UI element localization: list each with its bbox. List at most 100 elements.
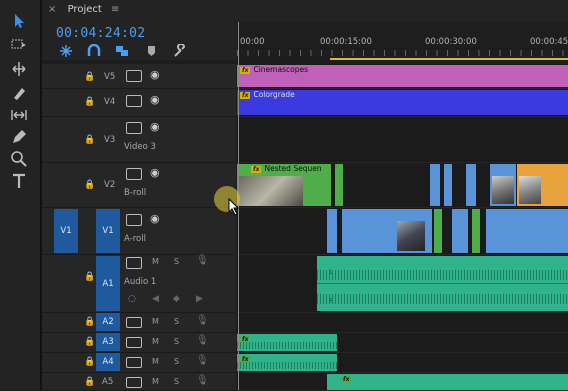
clip-video[interactable] [486, 209, 568, 253]
output-toggle-icon[interactable] [126, 95, 142, 107]
previous-keyframe-icon[interactable]: ◀ [152, 294, 159, 304]
clip-nested-sequence[interactable]: fx Nested Sequen [237, 164, 331, 206]
track-target-v1[interactable]: V1 [96, 209, 120, 253]
clip-video[interactable] [327, 209, 337, 253]
mic-icon[interactable]: 🎙 [196, 255, 209, 266]
next-keyframe-icon[interactable]: ▶ [196, 294, 203, 304]
clip-green[interactable] [335, 164, 343, 206]
eye-icon[interactable]: ◉ [150, 212, 160, 225]
track-lane-a2[interactable] [237, 313, 568, 333]
add-marker-icon[interactable] [144, 44, 160, 58]
track-target-a4[interactable]: A4 [96, 353, 120, 371]
sync-lock-icon[interactable] [126, 377, 142, 388]
output-toggle-icon[interactable] [126, 168, 142, 180]
clip-thumbnail [519, 176, 541, 204]
ruler-label: 00:00:30:00 [425, 37, 477, 47]
clip-orange[interactable] [517, 164, 568, 206]
wrench-settings-icon[interactable] [172, 43, 188, 58]
clip-video[interactable] [444, 164, 452, 206]
lock-icon[interactable]: 🔒 [84, 377, 95, 387]
mic-icon[interactable]: 🎙 [196, 375, 209, 386]
clip-a-roll[interactable] [342, 209, 432, 253]
project-tab[interactable]: × Project ≡ [48, 4, 119, 18]
track-lane-v3[interactable] [237, 117, 568, 163]
clip-audio-5[interactable]: fx [327, 374, 568, 390]
clip-cinemascopes[interactable]: fx Cinemascopes [237, 65, 568, 87]
track-name-v2[interactable]: B-roll [124, 188, 146, 198]
solo-button[interactable]: S [174, 377, 179, 386]
eye-icon[interactable]: ◉ [150, 68, 160, 81]
track-select-tool-icon[interactable] [10, 36, 30, 54]
close-tab-icon[interactable]: × [48, 4, 56, 15]
fx-badge: fx [341, 376, 352, 383]
mic-icon[interactable]: 🎙 [196, 335, 209, 346]
eye-icon[interactable]: ◉ [150, 93, 160, 106]
clip-video[interactable] [490, 164, 516, 206]
solo-button[interactable]: S [174, 337, 179, 346]
sync-lock-icon[interactable] [126, 317, 142, 328]
lock-icon[interactable]: 🔒 [84, 97, 95, 107]
eye-icon[interactable]: ◉ [150, 166, 160, 179]
waveform [317, 270, 568, 280]
type-tool-icon[interactable] [10, 172, 30, 190]
track-target-a1[interactable]: A1 [96, 256, 120, 311]
clip-green[interactable] [472, 209, 480, 253]
clip-video[interactable] [452, 209, 468, 253]
zoom-tool-icon[interactable] [10, 150, 30, 168]
track-name-a1[interactable]: Audio 1 [124, 277, 156, 287]
selection-tool-icon[interactable] [10, 12, 30, 30]
track-label-v5: V5 [104, 72, 116, 82]
mute-button[interactable]: M [152, 257, 159, 266]
mic-icon[interactable]: 🎙 [196, 315, 209, 326]
output-toggle-icon[interactable] [126, 122, 142, 134]
lock-icon[interactable]: 🔒 [84, 317, 95, 327]
lock-icon[interactable]: 🔒 [84, 272, 95, 282]
output-toggle-icon[interactable] [126, 70, 142, 82]
linked-selection-icon[interactable] [114, 44, 130, 58]
solo-button[interactable]: S [174, 257, 179, 266]
clip-audio-1[interactable]: L R [317, 256, 568, 311]
ripple-edit-tool-icon[interactable] [10, 60, 30, 78]
clip-video[interactable] [466, 164, 476, 206]
clip-thumbnail [397, 221, 425, 251]
add-keyframe-icon[interactable]: ◆ [173, 294, 180, 304]
keyframe-target-icon[interactable]: ◌ [128, 294, 136, 304]
output-toggle-icon[interactable] [126, 214, 142, 226]
track-target-a3[interactable]: A3 [96, 333, 120, 351]
nest-icon[interactable] [58, 44, 74, 58]
lock-icon[interactable]: 🔒 [84, 72, 95, 82]
lock-icon[interactable]: 🔒 [84, 135, 95, 145]
sync-lock-icon[interactable] [126, 257, 142, 269]
waveform [237, 362, 337, 369]
sync-lock-icon[interactable] [126, 337, 142, 348]
sync-lock-icon[interactable] [126, 357, 142, 368]
mute-button[interactable]: M [152, 317, 159, 326]
ruler-ticks [237, 50, 568, 56]
solo-button[interactable]: S [174, 317, 179, 326]
clip-green[interactable] [434, 209, 442, 253]
mute-button[interactable]: M [152, 337, 159, 346]
pen-tool-icon[interactable] [10, 128, 30, 146]
track-name-v1[interactable]: A-roll [124, 234, 146, 244]
clip-audio-4[interactable]: fx [237, 354, 337, 371]
lock-icon[interactable]: 🔒 [84, 337, 95, 347]
solo-button[interactable]: S [174, 357, 179, 366]
mute-button[interactable]: M [152, 357, 159, 366]
source-patch-v1[interactable]: V1 [54, 209, 78, 253]
clip-audio-3[interactable]: fx [237, 334, 337, 351]
snap-icon[interactable] [86, 43, 102, 58]
razor-tool-icon[interactable] [10, 84, 30, 102]
fx-badge: fx [251, 166, 262, 173]
eye-icon[interactable]: ◉ [150, 120, 160, 133]
slip-tool-icon[interactable] [10, 106, 30, 124]
lock-icon[interactable]: 🔒 [84, 357, 95, 367]
mute-button[interactable]: M [152, 377, 159, 386]
track-name-v3[interactable]: Video 3 [124, 142, 156, 152]
playhead-timecode[interactable]: 00:04:24:02 [56, 26, 145, 41]
track-target-a2[interactable]: A2 [96, 313, 120, 331]
lock-icon[interactable]: 🔒 [84, 180, 95, 190]
clip-video[interactable] [430, 164, 440, 206]
panel-menu-icon[interactable]: ≡ [111, 4, 119, 15]
clip-colorgrade[interactable]: fx Colorgrade [237, 90, 568, 115]
mic-icon[interactable]: 🎙 [196, 355, 209, 366]
